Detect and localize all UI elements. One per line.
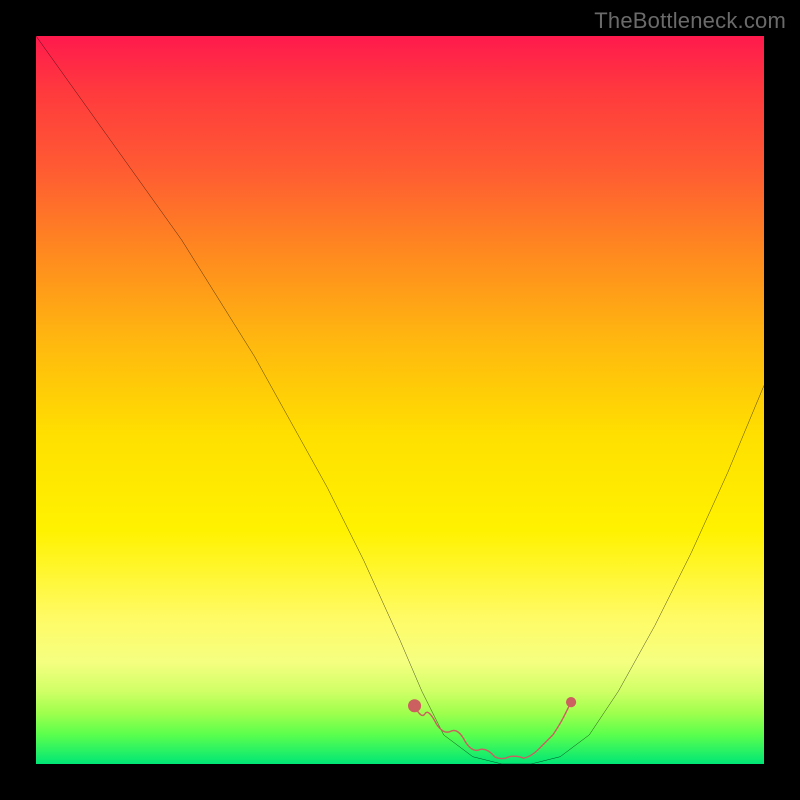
bottleneck-curve — [36, 36, 764, 764]
marker-dot-right — [566, 697, 576, 707]
marker-dot-left — [408, 699, 421, 712]
chart-svg — [36, 36, 764, 764]
watermark-text: TheBottleneck.com — [594, 8, 786, 34]
chart-frame: TheBottleneck.com — [0, 0, 800, 800]
plot-area — [36, 36, 764, 764]
optimal-range-marker — [415, 702, 572, 758]
